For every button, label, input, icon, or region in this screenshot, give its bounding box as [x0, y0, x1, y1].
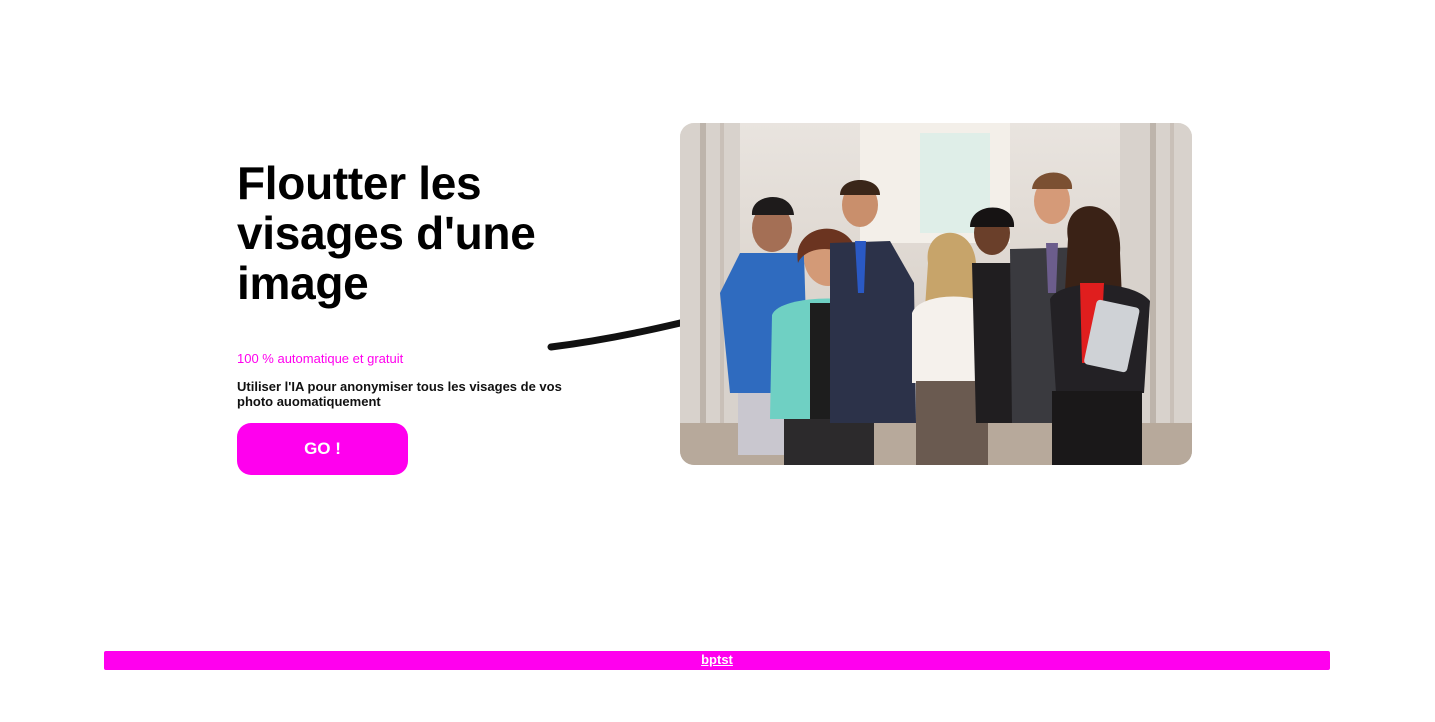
- hero-tagline: 100 % automatique et gratuit: [237, 351, 404, 366]
- hero-title: Floutter les visages d'une image: [237, 157, 536, 309]
- footer-link[interactable]: bptst: [701, 652, 733, 667]
- go-button[interactable]: GO !: [237, 423, 408, 475]
- hero-photo: [680, 123, 1192, 465]
- hero-description: Utiliser l'IA pour anonymiser tous les v…: [237, 379, 562, 409]
- hero-text-block: Floutter les visages d'une image: [237, 158, 577, 308]
- group-photo-image: [680, 123, 1192, 465]
- footer-bar: bptst: [104, 651, 1330, 670]
- landing-page: Floutter les visages d'une image 100 % a…: [0, 0, 1435, 722]
